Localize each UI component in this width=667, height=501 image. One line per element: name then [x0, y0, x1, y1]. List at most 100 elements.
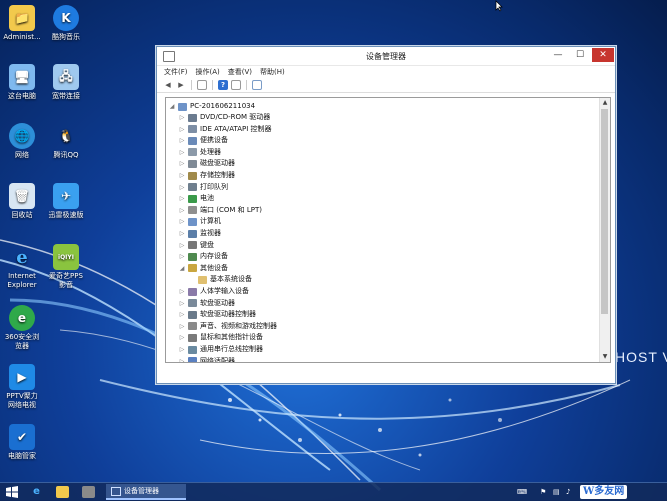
- tree-item[interactable]: ▷ 存储控制器: [178, 170, 235, 181]
- kugou-music-icon: K: [53, 5, 79, 31]
- menu-file[interactable]: 文件(F): [164, 67, 188, 77]
- expand-arrow-icon[interactable]: ▷: [178, 124, 186, 135]
- expand-arrow-icon[interactable]: ▷: [178, 298, 186, 309]
- tree-item[interactable]: ▷ 计算机: [178, 216, 221, 227]
- expand-arrow-icon[interactable]: ▷: [178, 321, 186, 332]
- tree-item[interactable]: ▷ 内存设备: [178, 251, 228, 262]
- action-center-flag-icon[interactable]: ⚑: [540, 488, 546, 496]
- tree-child-item[interactable]: 基本系统设备: [188, 274, 252, 285]
- tree-item[interactable]: ▷ 电池: [178, 193, 214, 204]
- tree-item[interactable]: ▷ 软盘驱动器: [178, 298, 235, 309]
- expand-arrow-icon[interactable]: ▷: [178, 228, 186, 239]
- qq-penguin-icon: 🐧: [58, 129, 74, 143]
- tree-item[interactable]: ▷ 监视器: [178, 228, 221, 239]
- expand-arrow-icon[interactable]: ▷: [178, 147, 186, 158]
- tree-item[interactable]: ▷ 鼠标和其他指针设备: [178, 332, 263, 343]
- scroll-thumb[interactable]: [601, 109, 608, 314]
- forward-arrow-icon[interactable]: ▶: [176, 80, 186, 90]
- minimize-button[interactable]: —: [547, 48, 569, 62]
- tree-item-label: 网络适配器: [200, 356, 235, 363]
- store-icon[interactable]: [82, 486, 95, 498]
- desktop-icon-network[interactable]: 🌐 网络: [2, 123, 42, 160]
- tree-item[interactable]: ▷ 网络适配器: [178, 356, 235, 363]
- tree-item[interactable]: ▷ 磁盘驱动器: [178, 158, 235, 169]
- scroll-down-arrow-icon[interactable]: ▼: [600, 352, 610, 362]
- tree-item[interactable]: ▷ 声音、视频和游戏控制器: [178, 321, 277, 332]
- tree-root[interactable]: ◢ PC-201606211034: [168, 101, 255, 112]
- expand-arrow-icon[interactable]: ▷: [178, 205, 186, 216]
- desktop-icon-recycle-bin[interactable]: 🗑 回收站: [2, 183, 42, 220]
- expand-arrow-icon[interactable]: ▷: [178, 356, 186, 362]
- desktop-icon-label: 迅雷极速版: [48, 211, 84, 219]
- help-icon[interactable]: ?: [218, 80, 228, 90]
- desktop-icon-360-browser[interactable]: e 360安全浏览器: [2, 305, 42, 351]
- menu-action[interactable]: 操作(A): [196, 67, 220, 77]
- title-bar[interactable]: 设备管理器 — ☐ ✕: [157, 47, 615, 66]
- expand-arrow-icon[interactable]: ▷: [178, 309, 186, 320]
- keyboard-icon[interactable]: ⌨: [517, 488, 527, 496]
- scroll-up-arrow-icon[interactable]: ▲: [600, 98, 610, 108]
- collapse-arrow-icon[interactable]: ◢: [168, 101, 176, 112]
- desktop-icon-broadband[interactable]: 🖧 宽带连接: [46, 64, 86, 101]
- scan-hardware-icon[interactable]: [252, 80, 262, 90]
- desktop-icon-iqiyi[interactable]: iQIYI 爱奇艺PPS 影音: [46, 244, 86, 290]
- desktop-icon-label: 腾讯QQ: [53, 151, 79, 159]
- device-category-icon: [188, 217, 197, 226]
- expand-arrow-icon[interactable]: ▷: [178, 286, 186, 297]
- maximize-button[interactable]: ☐: [569, 48, 591, 62]
- expand-arrow-icon[interactable]: ▷: [178, 112, 186, 123]
- device-category-icon: [188, 194, 197, 203]
- desktop-icon-this-pc[interactable]: 🖥 这台电脑: [2, 64, 42, 101]
- folder-icon: 📁: [9, 5, 35, 31]
- expand-arrow-icon[interactable]: ▷: [178, 332, 186, 343]
- vertical-scrollbar[interactable]: ▲ ▼: [599, 98, 610, 362]
- expand-arrow-icon[interactable]: ▷: [178, 170, 186, 181]
- windows-start-icon[interactable]: [6, 486, 18, 498]
- volume-icon[interactable]: ♪: [566, 488, 570, 496]
- expand-arrow-icon[interactable]: ▷: [178, 216, 186, 227]
- taskbar-device-manager[interactable]: 设备管理器: [106, 484, 186, 500]
- tree-item[interactable]: ▷ DVD/CD-ROM 驱动器: [178, 112, 270, 123]
- collapse-arrow-icon[interactable]: ◢: [178, 263, 186, 274]
- desktop-icon-xunlei[interactable]: ✈ 迅雷极速版: [46, 183, 86, 220]
- close-button[interactable]: ✕: [592, 48, 614, 62]
- tree-item[interactable]: ▷ IDE ATA/ATAPI 控制器: [178, 124, 272, 135]
- menu-view[interactable]: 查看(V): [228, 67, 252, 77]
- expand-arrow-icon[interactable]: ▷: [178, 135, 186, 146]
- tree-item[interactable]: ▷ 软盘驱动器控制器: [178, 309, 256, 320]
- file-explorer-icon[interactable]: [56, 486, 69, 498]
- desktop-icon-pc-manager[interactable]: ✔ 电脑管家: [2, 424, 42, 461]
- expand-arrow-icon[interactable]: ▷: [178, 158, 186, 169]
- tree-item[interactable]: ▷ 端口 (COM 和 LPT): [178, 205, 262, 216]
- tree-item[interactable]: ▷ 处理器: [178, 147, 221, 158]
- device-category-icon: [188, 125, 197, 134]
- desktop-icon-administrator[interactable]: 📁 Administ...: [2, 5, 42, 42]
- tree-item-label: 端口 (COM 和 LPT): [200, 205, 262, 214]
- tree-item[interactable]: ▷ 人体学输入设备: [178, 286, 249, 297]
- show-hidden-icon[interactable]: [231, 80, 241, 90]
- expand-arrow-icon[interactable]: ▷: [178, 251, 186, 262]
- expand-arrow-icon[interactable]: ▷: [178, 193, 186, 204]
- tree-item[interactable]: ▷ 通用串行总线控制器: [178, 344, 263, 355]
- desktop-icon-ie[interactable]: e Internet Explorer: [2, 244, 42, 290]
- tree-item[interactable]: ▷ 键盘: [178, 240, 214, 251]
- menu-help[interactable]: 帮助(H): [260, 67, 285, 77]
- tree-item[interactable]: ▷ 便携设备: [178, 135, 228, 146]
- pptv-icon: ▶: [9, 364, 35, 390]
- desktop-icon-label: 回收站: [11, 211, 33, 219]
- taskbar-task-label: 设备管理器: [124, 487, 159, 495]
- desktop-icon-label: 这台电脑: [8, 92, 36, 100]
- toolbar-separator: [246, 80, 247, 90]
- desktop-icon-pptv[interactable]: ▶ PPTV聚力 网络电视: [2, 364, 42, 410]
- properties-icon[interactable]: [197, 80, 207, 90]
- expand-arrow-icon[interactable]: ▷: [178, 240, 186, 251]
- tree-item[interactable]: ◢ 其他设备: [178, 263, 228, 274]
- back-arrow-icon[interactable]: ◀: [163, 80, 173, 90]
- expand-arrow-icon[interactable]: ▷: [178, 182, 186, 193]
- desktop-icon-qq[interactable]: 🐧 腾讯QQ: [46, 123, 86, 160]
- expand-arrow-icon[interactable]: ▷: [178, 344, 186, 355]
- desktop-icon-kugou[interactable]: K 酷狗音乐: [46, 5, 86, 42]
- tree-item[interactable]: ▷ 打印队列: [178, 182, 228, 193]
- ie-taskbar-icon[interactable]: e: [30, 486, 43, 498]
- network-tray-icon[interactable]: ▤: [553, 488, 560, 496]
